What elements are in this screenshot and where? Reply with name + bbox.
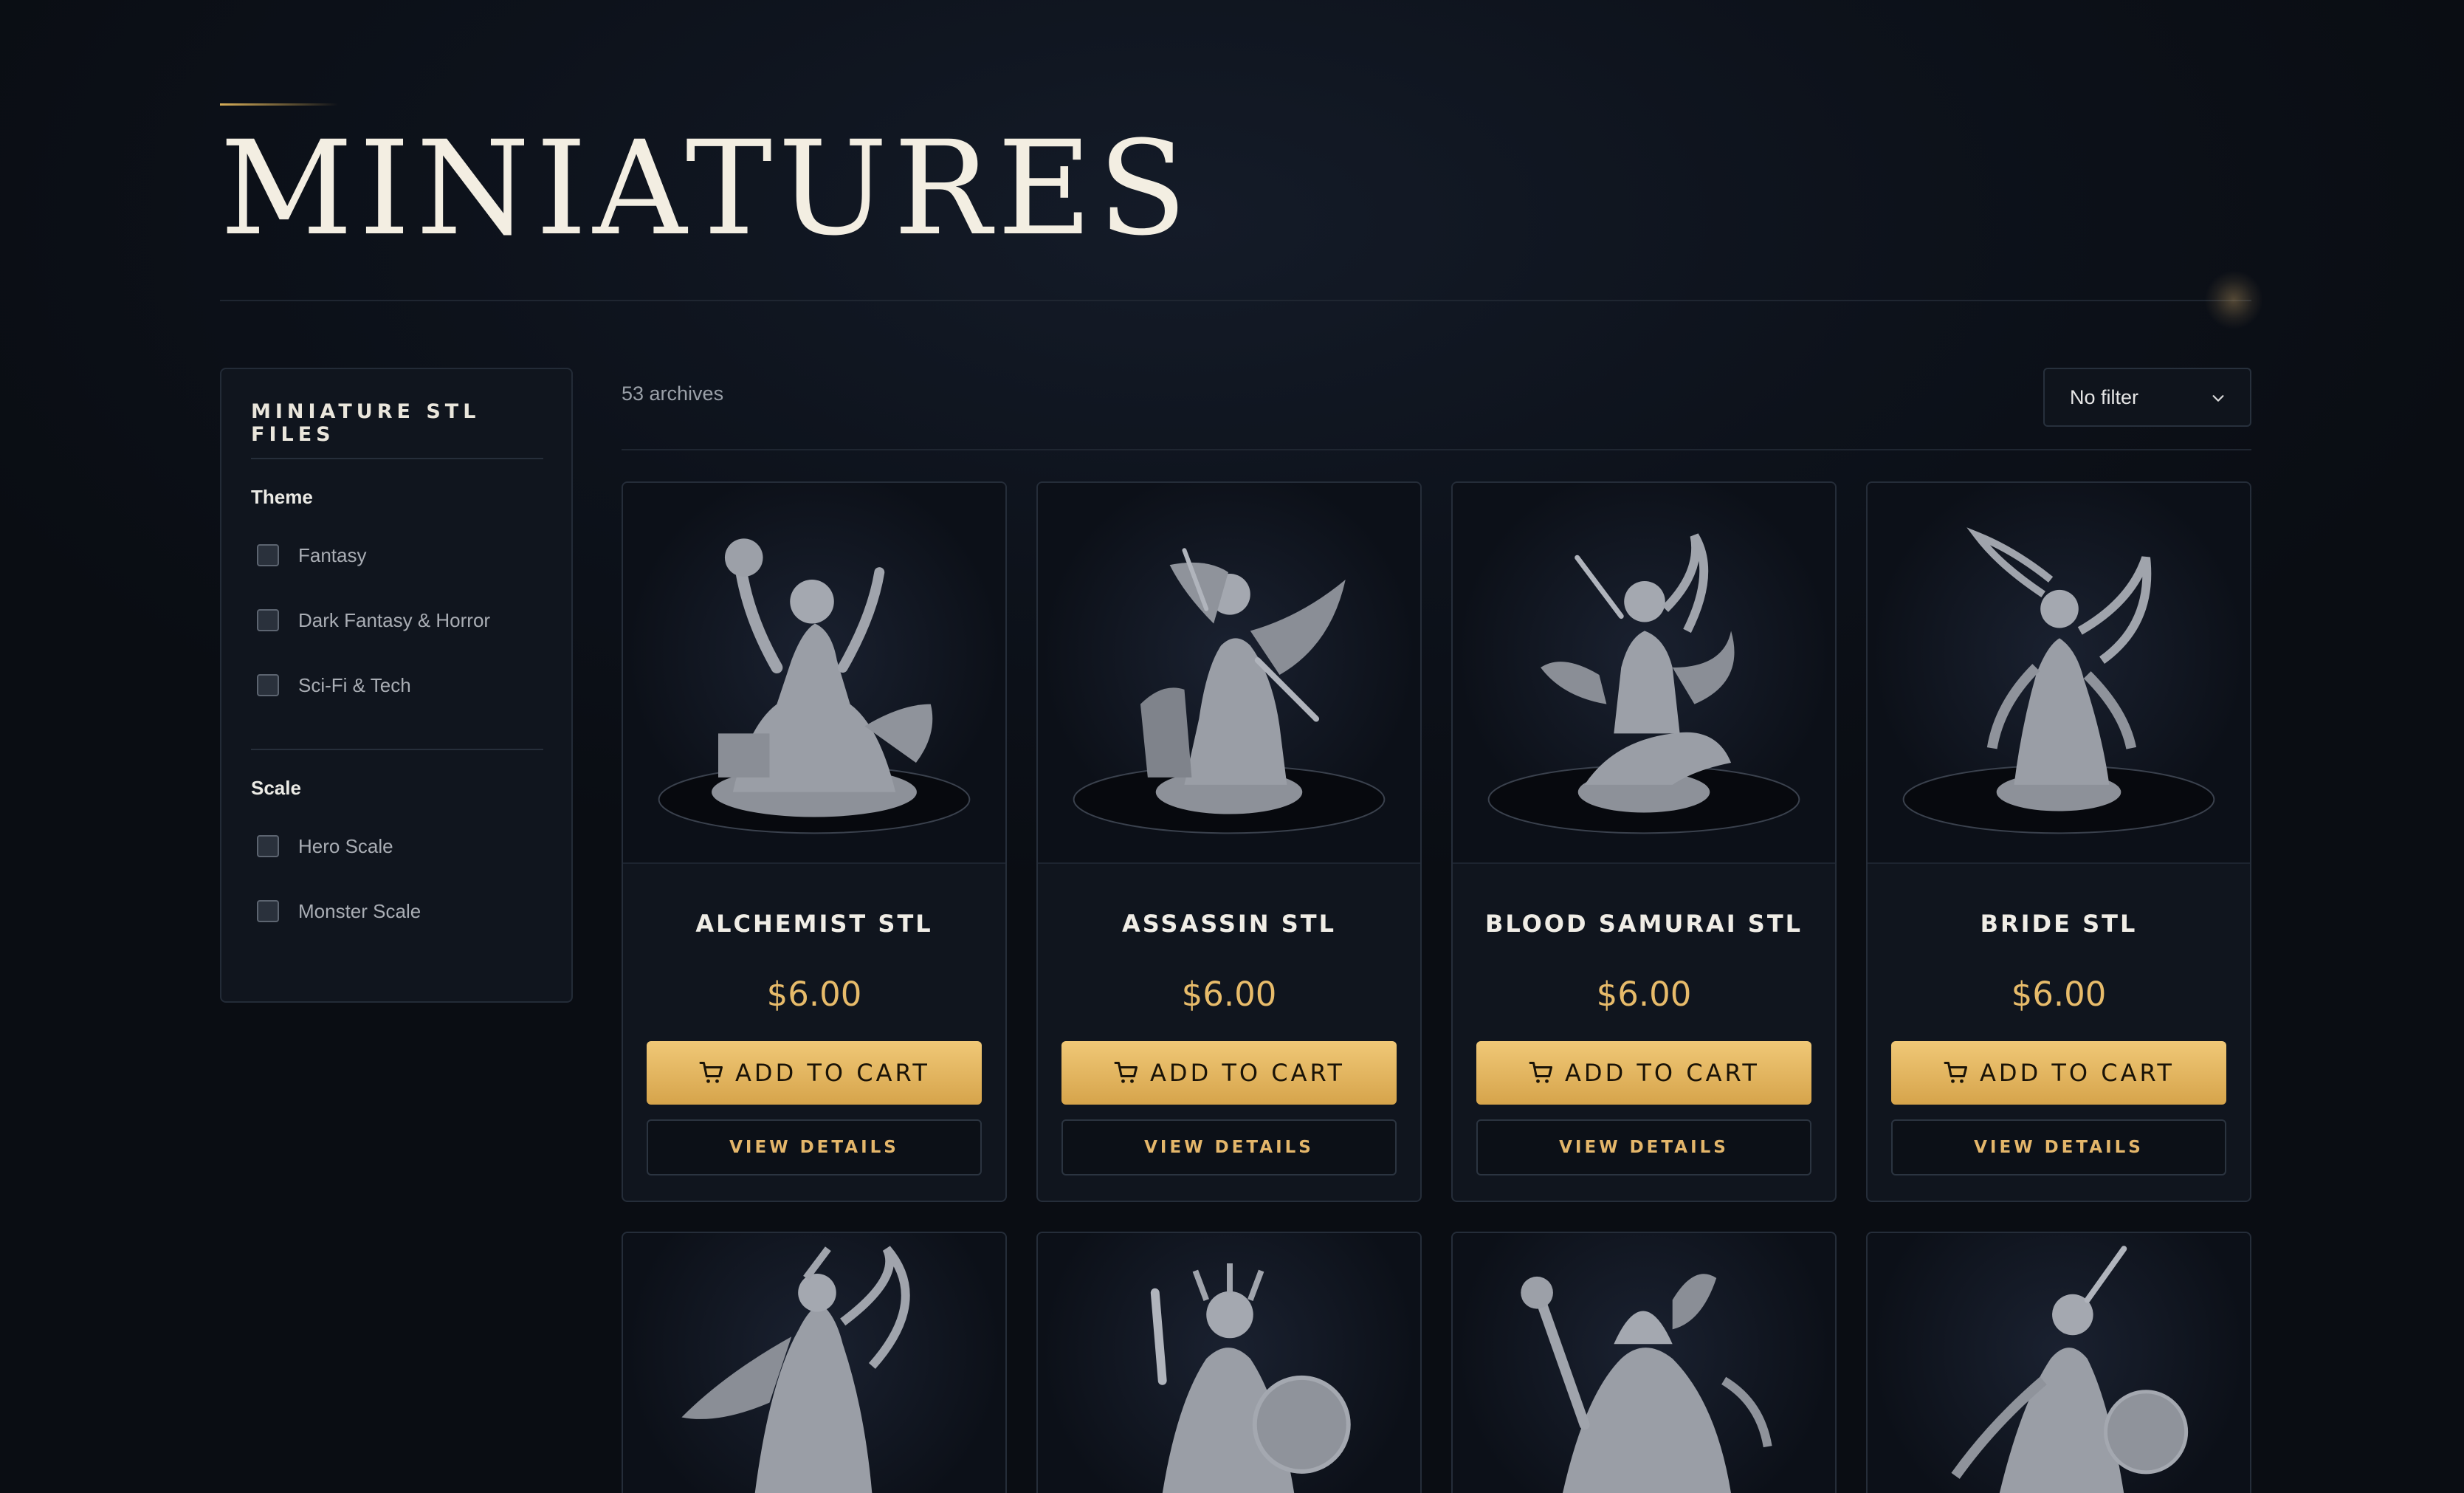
chevron-down-icon (2212, 395, 2224, 402)
view-details-button[interactable]: VIEW DETAILS (1891, 1119, 2226, 1175)
add-to-cart-button[interactable]: ADD TO CART (1476, 1041, 1811, 1105)
filter-sidebar: MINIATURE STL FILES Theme Fantasy Dark F… (220, 368, 573, 1003)
product-image[interactable] (623, 483, 1005, 864)
product-price: $6.00 (1181, 975, 1277, 1014)
sidebar-title: MINIATURE STL FILES (251, 400, 481, 446)
product-card (1451, 1232, 1837, 1493)
miniature-figure-image (1073, 548, 1386, 834)
view-details-button[interactable]: VIEW DETAILS (1061, 1119, 1397, 1175)
miniature-figure-image (658, 538, 971, 834)
product-price: $6.00 (1596, 975, 1692, 1014)
miniature-figure-image (1902, 527, 2215, 834)
cart-icon (1114, 1062, 1138, 1083)
add-to-cart-label: ADD TO CART (735, 1059, 930, 1087)
filter-option-label: Fantasy (298, 543, 367, 566)
cart-icon (699, 1062, 723, 1083)
product-image[interactable] (1038, 483, 1420, 864)
title-accent-line (220, 103, 338, 106)
checkbox[interactable] (257, 835, 279, 857)
header-divider (220, 300, 2251, 301)
add-to-cart-label: ADD TO CART (1565, 1059, 1760, 1087)
filter-option-label: Hero Scale (298, 834, 393, 857)
product-card: BLOOD SAMURAI STL $6.00 ADD TO CART VIEW… (1451, 481, 1837, 1202)
page: MINIATURES MINIATURE STL FILES Theme Fan… (0, 0, 2464, 1493)
checkbox[interactable] (257, 544, 279, 566)
product-card (1866, 1232, 2251, 1493)
miniature-figure-image (681, 1246, 910, 1493)
view-details-button[interactable]: VIEW DETAILS (647, 1119, 982, 1175)
product-card (1036, 1232, 1422, 1493)
decorative-glow (2204, 270, 2263, 329)
product-name[interactable]: BRIDE STL (1868, 910, 2250, 938)
filter-option-monster-scale[interactable]: Monster Scale (257, 898, 421, 924)
view-details-label: VIEW DETAILS (1559, 1138, 1729, 1157)
result-count: 53 archives (622, 382, 724, 405)
filter-option-label: Sci-Fi & Tech (298, 673, 411, 696)
product-image[interactable] (1038, 1233, 1420, 1493)
miniature-figure-image (1150, 1263, 1351, 1493)
product-card (622, 1232, 1007, 1493)
product-image[interactable] (1868, 1233, 2250, 1493)
view-details-button[interactable]: VIEW DETAILS (1476, 1119, 1811, 1175)
filter-option-label: Monster Scale (298, 899, 421, 922)
cart-icon (1944, 1062, 1968, 1083)
product-image[interactable] (1453, 1233, 1835, 1493)
view-details-label: VIEW DETAILS (729, 1138, 899, 1157)
toolbar-divider (622, 449, 2251, 450)
product-name[interactable]: ASSASSIN STL (1038, 910, 1420, 938)
add-to-cart-label: ADD TO CART (1150, 1059, 1345, 1087)
sort-select-value: No filter (2070, 385, 2139, 408)
product-card: BRIDE STL $6.00 ADD TO CART VIEW DETAILS (1866, 481, 2251, 1202)
filter-option-dark-fantasy-horror[interactable]: Dark Fantasy & Horror (257, 607, 490, 634)
sidebar-divider (251, 458, 543, 459)
sort-select[interactable]: No filter (2043, 368, 2251, 427)
filter-heading-scale: Scale (251, 777, 301, 799)
product-price: $6.00 (2011, 975, 2107, 1014)
add-to-cart-button[interactable]: ADD TO CART (647, 1041, 982, 1105)
view-details-label: VIEW DETAILS (1144, 1138, 1314, 1157)
add-to-cart-label: ADD TO CART (1980, 1059, 2175, 1087)
checkbox[interactable] (257, 674, 279, 696)
sidebar-divider (251, 749, 543, 750)
miniature-figure-image (1951, 1246, 2189, 1493)
cart-icon (1529, 1062, 1553, 1083)
product-price: $6.00 (766, 975, 862, 1014)
view-details-label: VIEW DETAILS (1974, 1138, 2144, 1157)
product-name[interactable]: BLOOD SAMURAI STL (1453, 910, 1835, 938)
checkbox[interactable] (257, 609, 279, 631)
filter-option-label: Dark Fantasy & Horror (298, 608, 491, 631)
filter-option-sci-fi-tech[interactable]: Sci-Fi & Tech (257, 672, 411, 699)
checkbox[interactable] (257, 900, 279, 922)
filter-heading-theme: Theme (251, 486, 313, 508)
page-title: MINIATURES (220, 113, 1194, 264)
product-name[interactable]: ALCHEMIST STL (623, 910, 1005, 938)
product-card: ALCHEMIST STL $6.00 ADD TO CART VIEW DET… (622, 481, 1007, 1202)
product-image[interactable] (1868, 483, 2250, 864)
add-to-cart-button[interactable]: ADD TO CART (1891, 1041, 2226, 1105)
filter-option-fantasy[interactable]: Fantasy (257, 542, 367, 569)
add-to-cart-button[interactable]: ADD TO CART (1061, 1041, 1397, 1105)
miniature-figure-image (1487, 533, 1800, 834)
miniature-figure-image (1521, 1274, 1772, 1493)
product-image[interactable] (623, 1233, 1005, 1493)
filter-option-hero-scale[interactable]: Hero Scale (257, 833, 393, 859)
product-card: ASSASSIN STL $6.00 ADD TO CART VIEW DETA… (1036, 481, 1422, 1202)
product-image[interactable] (1453, 483, 1835, 864)
